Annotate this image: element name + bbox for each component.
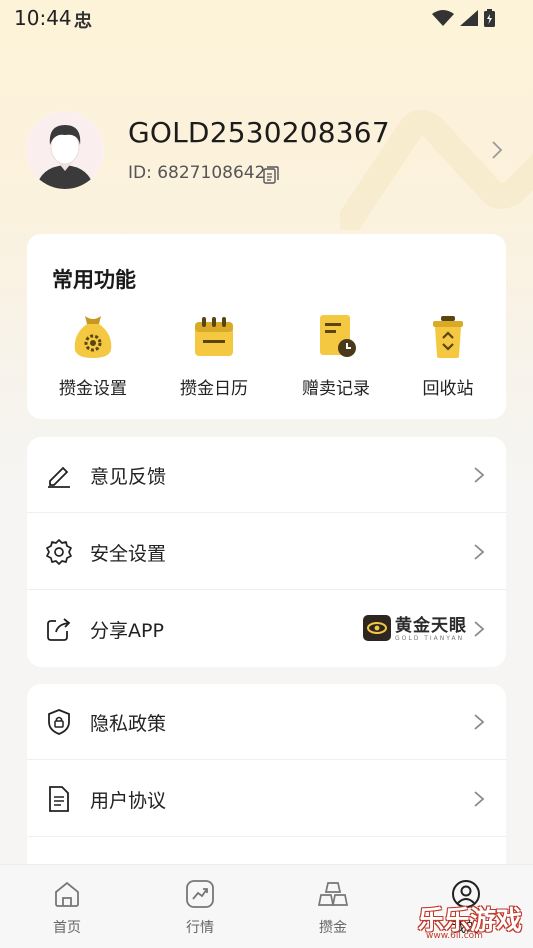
chart-icon <box>186 880 214 908</box>
func-label: 攒金设置 <box>59 379 127 399</box>
recycle-bin-icon <box>433 316 463 358</box>
tab-label: 首页 <box>53 920 81 936</box>
share-icon <box>47 618 71 641</box>
func-label: 攒金日历 <box>180 379 248 399</box>
wifi-icon <box>432 10 454 26</box>
menu-card-legal: 隐私政策 用户协议 <box>27 684 506 884</box>
brand-name: 黄金天眼 <box>395 616 467 636</box>
func-gold-calendar[interactable]: 攒金日历 <box>159 312 269 399</box>
calendar-icon <box>195 317 233 356</box>
system-icons <box>432 9 495 27</box>
func-gift-sell-records[interactable]: 赠卖记录 <box>281 312 391 399</box>
menu-item-label: 用户协议 <box>90 790 167 812</box>
func-gold-settings[interactable]: 攒金设置 <box>38 312 148 399</box>
user-avatar-icon <box>26 111 104 189</box>
menu-item-privacy[interactable]: 隐私政策 <box>27 684 506 760</box>
menu-item-label: 隐私政策 <box>90 713 167 735</box>
record-clock-icon <box>320 315 356 357</box>
menu-item-label: 意见反馈 <box>90 466 167 488</box>
pencil-icon <box>48 466 70 488</box>
menu-item-feedback[interactable]: 意见反馈 <box>27 437 506 513</box>
menu-item-user-agreement[interactable]: 用户协议 <box>27 761 506 837</box>
gold-bars-icon <box>317 882 349 906</box>
tab-label: 攒金 <box>319 920 347 936</box>
brand-subtitle: GOLD TIANYAN <box>395 635 465 642</box>
divider <box>27 512 506 513</box>
menu-item-share-app[interactable]: 分享APP 黄金天眼 GOLD TIANYAN <box>27 591 506 667</box>
home-icon <box>55 881 79 907</box>
common-functions-card: 常用功能 攒金设置 攒金日历 赠卖记录 回收站 <box>27 234 506 419</box>
money-bag-gear-icon <box>74 316 112 358</box>
divider <box>27 589 506 590</box>
avatar[interactable] <box>26 111 104 189</box>
status-bar: 10:44 忠 <box>0 0 533 38</box>
func-label: 回收站 <box>422 379 474 399</box>
chevron-right-icon <box>474 544 485 560</box>
tab-market[interactable]: 行情 <box>160 879 240 937</box>
user-id: ID: 6827108642 <box>128 163 266 183</box>
signal-icon <box>460 10 478 26</box>
func-label: 赠卖记录 <box>302 379 370 399</box>
notification-app-icon: 忠 <box>74 11 92 32</box>
watermark-url: www.6ll.com <box>426 931 483 941</box>
site-watermark: 乐乐游戏 www.6ll.com <box>418 900 533 947</box>
battery-icon <box>484 9 495 27</box>
chevron-right-icon <box>474 791 485 807</box>
document-icon <box>49 786 69 812</box>
divider <box>27 836 506 837</box>
menu-item-label: 安全设置 <box>90 543 167 565</box>
username: GOLD2530208367 <box>128 116 390 149</box>
brand-logo-icon <box>363 615 391 641</box>
common-functions-title: 常用功能 <box>52 268 136 292</box>
chevron-right-icon <box>474 467 485 483</box>
tab-label: 行情 <box>186 920 214 936</box>
menu-item-label: 分享APP <box>90 620 164 642</box>
tab-save-gold[interactable]: 攒金 <box>293 879 373 937</box>
tab-home[interactable]: 首页 <box>27 879 107 937</box>
profile-chevron-icon[interactable] <box>490 140 504 160</box>
menu-card-settings: 意见反馈 安全设置 分享APP 黄金天眼 GOLD TIANYAN <box>27 437 506 667</box>
chevron-right-icon <box>474 621 485 637</box>
status-time: 10:44 <box>14 6 72 30</box>
shield-lock-icon <box>48 709 70 735</box>
copy-icon[interactable] <box>263 166 279 184</box>
divider <box>27 759 506 760</box>
menu-item-security[interactable]: 安全设置 <box>27 514 506 590</box>
gear-icon <box>46 539 72 565</box>
chevron-right-icon <box>474 714 485 730</box>
func-recycle-bin[interactable]: 回收站 <box>393 312 503 399</box>
